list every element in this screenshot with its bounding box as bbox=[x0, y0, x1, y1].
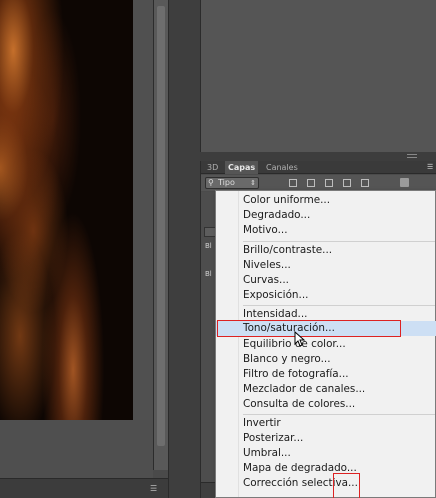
menu-item-filtro-fotografia[interactable]: Filtro de fotografía... bbox=[216, 367, 436, 382]
tab-capas[interactable]: Capas bbox=[225, 161, 259, 174]
dock-separator[interactable] bbox=[200, 152, 436, 161]
menu-item-mezclador-canales[interactable]: Mezclador de canales... bbox=[216, 382, 436, 397]
dock-divider[interactable] bbox=[168, 0, 363, 498]
layer-filter-row: ⚲ Tipo ⇕ bbox=[201, 175, 436, 191]
collapse-icon[interactable]: ☰ bbox=[150, 485, 160, 493]
layer-filter-select[interactable]: ⚲ Tipo ⇕ bbox=[205, 177, 259, 189]
menu-item-degradado[interactable]: Degradado... bbox=[216, 208, 436, 223]
adjustment-layer-menu: Color uniforme... Degradado... Motivo...… bbox=[215, 190, 436, 498]
menu-item-correccion-selectiva[interactable]: Corrección selectiva... bbox=[216, 476, 436, 491]
blend-label: Bl bbox=[205, 242, 212, 250]
button-annotation-box bbox=[333, 473, 360, 498]
menu-item-color-uniforme[interactable]: Color uniforme... bbox=[216, 193, 436, 208]
search-icon: ⚲ bbox=[208, 178, 214, 187]
menu-item-blanco-negro[interactable]: Blanco y negro... bbox=[216, 352, 436, 367]
menu-item-motivo[interactable]: Motivo... bbox=[216, 223, 436, 238]
smart-object-filter-icon[interactable] bbox=[361, 179, 369, 187]
lock-label: Bl bbox=[205, 270, 212, 278]
chevron-down-icon: ⇕ bbox=[250, 179, 256, 187]
shape-filter-icon[interactable] bbox=[343, 179, 351, 187]
canvas-pasteboard bbox=[133, 0, 153, 420]
menu-item-invertir[interactable]: Invertir bbox=[216, 416, 436, 431]
mouse-pointer-icon bbox=[294, 331, 306, 347]
adjustment-filter-icon[interactable] bbox=[307, 179, 315, 187]
menu-item-curvas[interactable]: Curvas... bbox=[216, 273, 436, 288]
upper-panel-area bbox=[200, 0, 436, 152]
type-filter-icon[interactable] bbox=[325, 179, 333, 187]
tab-3d[interactable]: 3D bbox=[204, 161, 221, 174]
menu-item-posterizar[interactable]: Posterizar... bbox=[216, 431, 436, 446]
filter-kind-label: Tipo bbox=[218, 178, 235, 187]
menu-item-brillo-contraste[interactable]: Brillo/contraste... bbox=[216, 243, 436, 258]
menu-item-exposicion[interactable]: Exposición... bbox=[216, 288, 436, 303]
canvas-photo[interactable] bbox=[0, 0, 133, 420]
highlight-annotation-box bbox=[217, 320, 401, 337]
tab-canales[interactable]: Canales bbox=[263, 161, 301, 174]
pixel-filter-icon[interactable] bbox=[289, 179, 297, 187]
panel-menu-icon[interactable]: ☰ bbox=[427, 163, 435, 171]
menu-item-umbral[interactable]: Umbral... bbox=[216, 446, 436, 461]
menu-item-consulta-colores[interactable]: Consulta de colores... bbox=[216, 397, 436, 412]
menu-separator bbox=[243, 241, 435, 242]
menu-item-niveles[interactable]: Niveles... bbox=[216, 258, 436, 273]
scrollbar-thumb[interactable] bbox=[157, 6, 165, 446]
canvas-vertical-scrollbar[interactable] bbox=[153, 0, 168, 470]
menu-item-mapa-degradado[interactable]: Mapa de degradado... bbox=[216, 461, 436, 476]
menu-separator bbox=[243, 414, 435, 415]
menu-separator bbox=[243, 305, 435, 306]
menu-item-equilibrio-color[interactable]: Equilibrio de color... bbox=[216, 337, 436, 352]
grip-icon[interactable] bbox=[407, 154, 417, 158]
canvas-status-bar bbox=[0, 478, 168, 498]
panel-tab-row: 3D Capas Canales ☰ bbox=[201, 161, 436, 174]
filter-toggle-icon[interactable] bbox=[400, 178, 409, 187]
